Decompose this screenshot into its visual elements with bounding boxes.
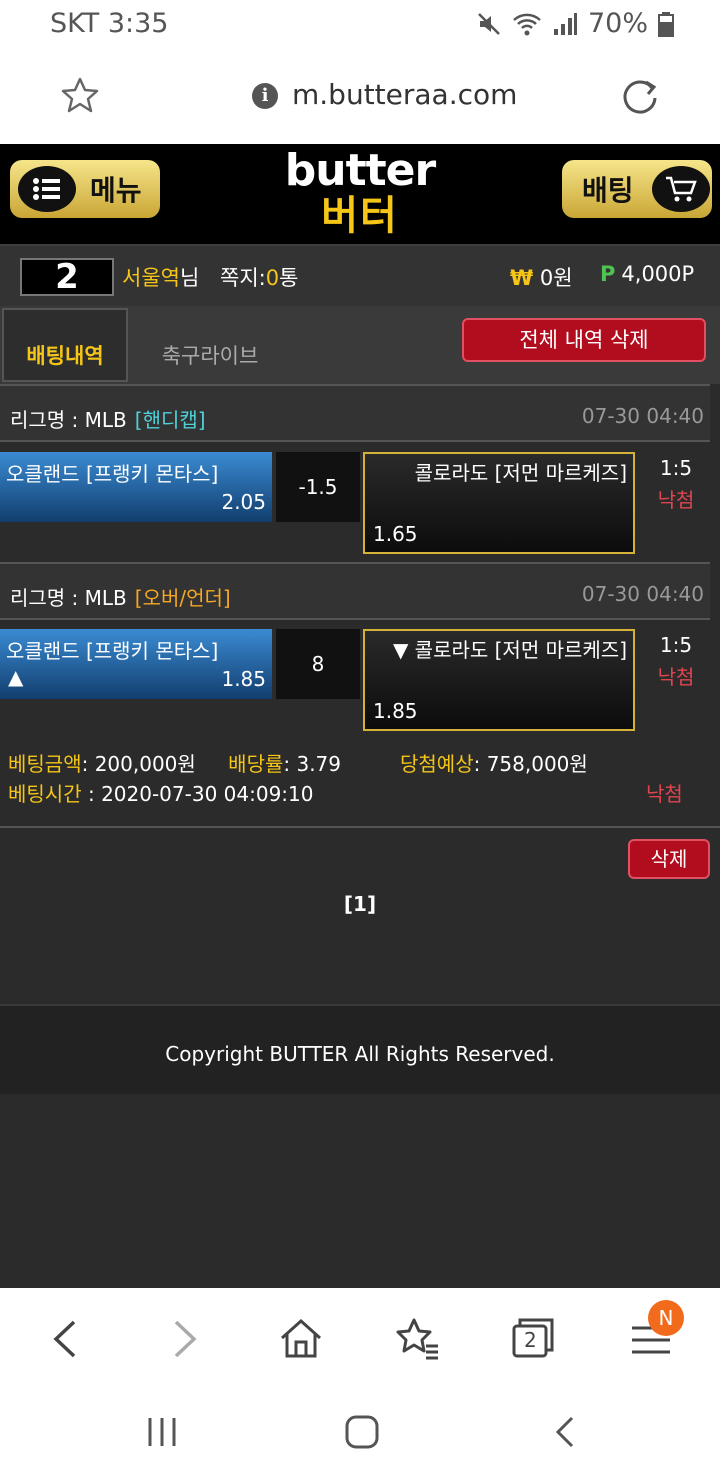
point-balance: P 4,000P (600, 262, 694, 286)
site-header: 메뉴 butter 버터 배팅 (0, 144, 720, 244)
status-icons: 70% (476, 8, 674, 39)
bet-history: 리그명 : MLB [핸디캡] 07-30 04:40 오클랜드 [프랭키 몬타스… (0, 384, 720, 1004)
league-label: 리그명 : MLB (10, 408, 127, 432)
match-time: 07-30 04:40 (581, 582, 704, 606)
market-tag: [오버/언더] (134, 586, 231, 610)
point-value: 4,000P (621, 262, 695, 286)
system-back-icon[interactable] (546, 1412, 586, 1452)
logo-ko: 버터 (321, 193, 399, 239)
score: 1:5 (659, 633, 693, 657)
username: 서울역님 (122, 262, 199, 292)
home-odds: 2.05 (221, 490, 266, 514)
won-icon: ₩ (510, 266, 534, 290)
logo-en: butter (284, 145, 436, 196)
away-team-cell[interactable]: ▼ 콜로라도 [저먼 마르케즈] 1.85 (363, 629, 635, 731)
user-info-bar: 2 서울역님 쪽지:0통 ₩ 0원 P 4,000P (0, 244, 720, 306)
bet-time-value: : 2020-07-30 04:09:10 (81, 782, 314, 806)
delete-all-button[interactable]: 전체 내역 삭제 (462, 318, 706, 362)
wifi-icon (513, 13, 541, 35)
home-team-name: 오클랜드 [프랭키 몬타스] (6, 639, 219, 663)
menu-list-icon (18, 166, 76, 212)
pagination-current[interactable]: [1] (0, 892, 720, 916)
carrier-time: SKT 3:35 (50, 8, 169, 39)
memo-link[interactable]: 쪽지:0통 (220, 262, 298, 292)
tab-bar: 배팅내역 축구라이브 전체 내역 삭제 (0, 306, 720, 384)
league-row: 리그명 : MLB [핸디캡] 07-30 04:40 (0, 384, 710, 442)
rate-value: : 3.79 (283, 752, 342, 776)
forward-icon[interactable] (158, 1314, 208, 1364)
point-icon: P (600, 262, 616, 286)
betting-label: 배팅 (582, 174, 634, 207)
battery-percent: 70% (587, 8, 648, 39)
level-badge: 2 (20, 258, 114, 296)
up-arrow-icon: ▲ (8, 665, 24, 689)
market-tag: [핸디캡] (134, 408, 206, 432)
bet-time-label: 베팅시간 (8, 782, 82, 806)
home-team-cell[interactable]: 오클랜드 [프랭키 몬타스] 2.05 (0, 452, 272, 522)
menu-label: 메뉴 (90, 174, 142, 207)
away-team-name: 콜로라도 [저먼 마르케즈] (414, 461, 627, 485)
money-value: 0원 (539, 266, 573, 290)
amount-label: 베팅금액 (8, 752, 82, 776)
memo-unit: 통 (279, 266, 299, 290)
home-odds: 1.85 (221, 667, 266, 691)
url-text[interactable]: m.butteraa.com (292, 78, 517, 111)
away-team-name: ▼ 콜로라도 [저먼 마르케즈] (392, 638, 627, 662)
back-icon[interactable] (42, 1314, 92, 1364)
memo-label: 쪽지: (220, 266, 266, 290)
money-balance: ₩ 0원 (510, 262, 573, 292)
menu-button[interactable]: 메뉴 (10, 160, 160, 218)
summary-status: 낙첨 (646, 782, 683, 806)
score: 1:5 (659, 456, 693, 480)
battery-icon (658, 11, 674, 37)
page-background (0, 1094, 720, 1288)
tab-soccer-live[interactable]: 축구라이브 (140, 308, 280, 382)
away-odds: 1.65 (373, 522, 418, 546)
butter-logo[interactable]: butter 버터 (270, 148, 450, 240)
username-suffix: 님 (179, 266, 200, 290)
divider (0, 826, 720, 828)
expected-value: : 758,000원 (473, 752, 588, 776)
result-cell: 1:5 낙첨 (642, 452, 710, 516)
bet-status: 낙첨 (657, 665, 695, 689)
info-icon[interactable]: i (252, 83, 278, 109)
notification-badge: N (648, 1300, 684, 1336)
tabs-button[interactable]: 2 (508, 1314, 558, 1364)
handicap-line: -1.5 (276, 452, 360, 522)
footer-copyright: Copyright BUTTER All Rights Reserved. (0, 1004, 720, 1094)
bookmarks-icon[interactable] (392, 1314, 442, 1364)
system-home-icon[interactable] (342, 1412, 382, 1452)
cart-icon (652, 166, 710, 212)
match-time: 07-30 04:40 (581, 404, 704, 428)
betting-button[interactable]: 배팅 (562, 160, 712, 218)
mute-icon (478, 12, 500, 35)
home-team-name: 오클랜드 [프랭키 몬타스] (6, 462, 219, 486)
league-label: 리그명 : MLB (10, 586, 127, 610)
tab-betting-history[interactable]: 배팅내역 (2, 308, 128, 382)
away-odds: 1.85 (373, 699, 418, 723)
amount-value: : 200,000원 (81, 752, 196, 776)
result-cell: 1:5 낙첨 (642, 629, 710, 693)
username-text: 서울역 (122, 266, 180, 290)
tab-count: 2 (524, 1328, 537, 1352)
home-icon[interactable] (276, 1314, 326, 1364)
recent-apps-icon[interactable] (142, 1412, 182, 1452)
signal-icon (553, 12, 577, 35)
memo-count: 0 (265, 266, 280, 290)
league-row: 리그명 : MLB [오버/언더] 07-30 04:40 (0, 562, 710, 620)
reload-icon[interactable] (618, 76, 662, 120)
delete-button[interactable]: 삭제 (628, 839, 710, 879)
over-under-line: 8 (276, 629, 360, 699)
rate-label: 배당률 (228, 752, 284, 776)
bookmark-star-icon[interactable] (60, 76, 100, 116)
browser-url-bar: i m.butteraa.com (0, 50, 720, 144)
system-nav-bar (0, 1384, 720, 1480)
status-bar: SKT 3:35 70% (0, 0, 720, 50)
bet-status: 낙첨 (657, 488, 695, 512)
expected-label: 당첨예상 (400, 752, 474, 776)
home-team-cell[interactable]: 오클랜드 [프랭키 몬타스] ▲ 1.85 (0, 629, 272, 699)
away-team-cell[interactable]: 콜로라도 [저먼 마르케즈] 1.65 (363, 452, 635, 554)
browser-bottom-nav: 2 N (0, 1288, 720, 1384)
